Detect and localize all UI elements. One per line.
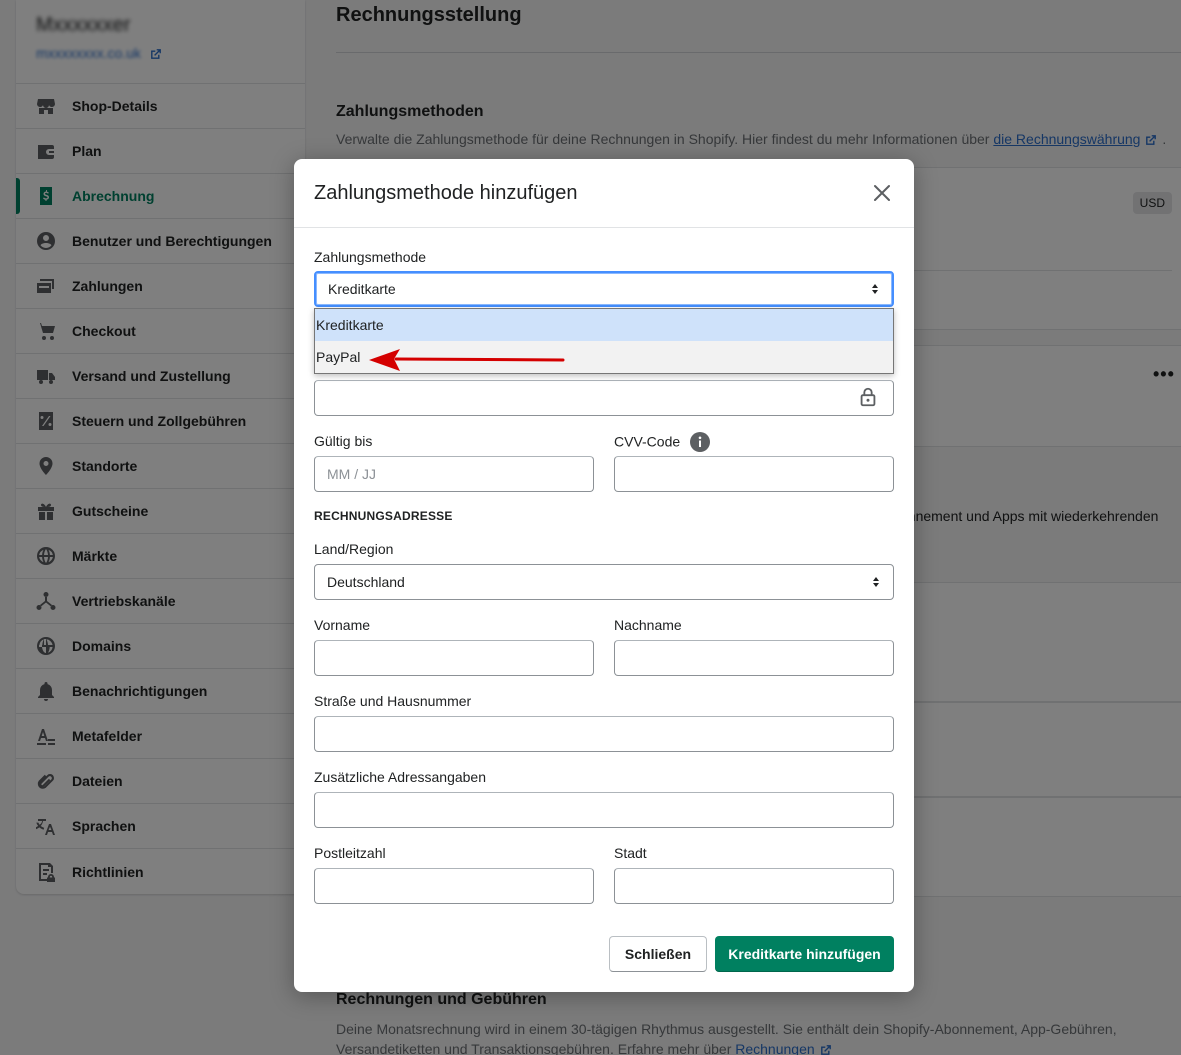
zip-input[interactable] bbox=[314, 868, 594, 904]
cvv-label-wrap: CVV-Code bbox=[614, 432, 711, 453]
last-name-input[interactable] bbox=[614, 640, 894, 676]
modal-title: Zahlungsmethode hinzufügen bbox=[314, 181, 578, 204]
last-name-label: Nachname bbox=[614, 617, 682, 633]
close-icon bbox=[874, 185, 890, 201]
city-input[interactable] bbox=[614, 868, 894, 904]
lock-icon bbox=[860, 387, 876, 407]
card-number-input[interactable] bbox=[314, 380, 894, 416]
billing-address-heading: RECHNUNGSADRESSE bbox=[314, 509, 453, 523]
info-icon[interactable] bbox=[690, 432, 711, 452]
payment-method-dropdown: Kreditkarte PayPal bbox=[314, 308, 894, 374]
payment-method-label: Zahlungsmethode bbox=[314, 249, 427, 265]
close-button[interactable] bbox=[870, 181, 894, 205]
payment-method-value: Kreditkarte bbox=[328, 281, 396, 297]
add-credit-card-button[interactable]: Kreditkarte hinzufügen bbox=[715, 936, 894, 972]
select-arrows-icon bbox=[873, 577, 879, 587]
cvv-input[interactable] bbox=[614, 456, 894, 492]
city-label: Stadt bbox=[614, 845, 647, 861]
street-label: Straße und Hausnummer bbox=[314, 693, 472, 709]
expiry-label: Gültig bis bbox=[314, 433, 373, 449]
add-payment-method-modal: Zahlungsmethode hinzufügen Zahlungsmetho… bbox=[294, 159, 914, 992]
street-input[interactable] bbox=[314, 716, 894, 752]
expiry-input[interactable] bbox=[314, 456, 594, 492]
first-name-label: Vorname bbox=[314, 617, 371, 633]
modal-header: Zahlungsmethode hinzufügen bbox=[294, 159, 914, 228]
country-label: Land/Region bbox=[314, 541, 394, 557]
zip-label: Postleitzahl bbox=[314, 845, 386, 861]
select-arrows-icon bbox=[872, 284, 878, 294]
first-name-input[interactable] bbox=[314, 640, 594, 676]
country-value: Deutschland bbox=[327, 574, 405, 590]
payment-method-select[interactable]: Kreditkarte bbox=[314, 271, 894, 307]
address2-label: Zusätzliche Adressangaben bbox=[314, 769, 486, 785]
close-modal-button[interactable]: Schließen bbox=[609, 936, 707, 972]
cvv-label: CVV-Code bbox=[614, 433, 681, 450]
address2-input[interactable] bbox=[314, 792, 894, 828]
option-credit-card[interactable]: Kreditkarte bbox=[315, 309, 893, 341]
option-paypal[interactable]: PayPal bbox=[315, 341, 893, 373]
country-select[interactable]: Deutschland bbox=[314, 564, 894, 600]
